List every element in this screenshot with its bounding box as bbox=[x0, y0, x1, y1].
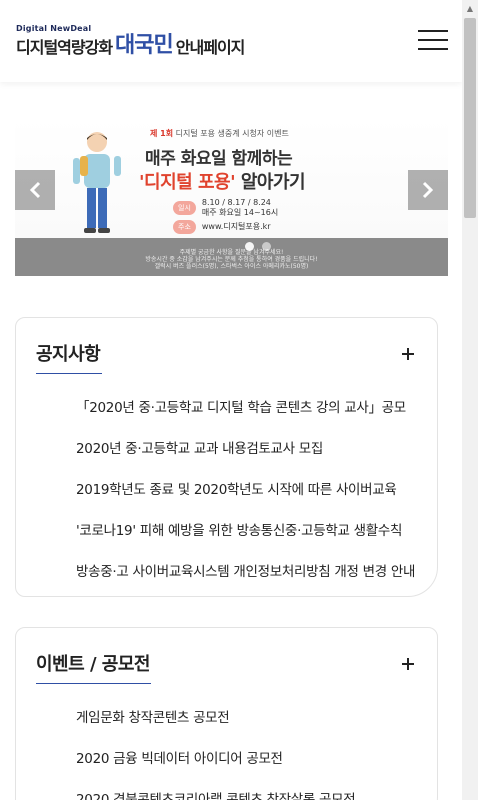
notices-card: 공지사항 「2020년 중·고등학교 디지털 학습 콘텐츠 강의 교사」공모 2… bbox=[15, 317, 438, 597]
slider-next-button[interactable] bbox=[408, 170, 448, 210]
banner-fine-print-line: 주제별 궁금한 사항을 질문을 남겨주세요! bbox=[179, 249, 284, 256]
logo-text-part2: 대국민 bbox=[115, 33, 174, 58]
banner-headline-line1: 매주 화요일 함께하는 bbox=[145, 149, 293, 169]
banner-event-text: 디지털 포용 생중계 시청자 이벤트 bbox=[175, 129, 289, 138]
banner-fine-print-line: 방송시간 중 소감을 남겨주시는 분께 추첨을 통하여 경품을 드립니다! bbox=[145, 256, 318, 263]
title-underline bbox=[36, 373, 102, 374]
person-illustration bbox=[73, 132, 121, 233]
notice-item[interactable]: 「2020년 중·고등학교 디지털 학습 콘텐츠 강의 교사」공모 bbox=[76, 396, 416, 437]
events-title: 이벤트 / 공모전 bbox=[36, 654, 150, 675]
hamburger-line bbox=[418, 48, 448, 50]
banner-fine-print-line: 갤럭시 버즈 플러스(5명), 스타벅스 아이스 아메리카노(50명) bbox=[154, 263, 309, 270]
title-underline bbox=[36, 683, 151, 684]
banner-time-value: 매주 화요일 14~16시 bbox=[201, 208, 279, 217]
hamburger-line bbox=[418, 39, 448, 41]
slider-dot[interactable] bbox=[262, 242, 271, 251]
event-item[interactable]: 2020 경북콘텐츠코리아랩 콘텐츠 창작살롱 공모전 bbox=[76, 788, 416, 800]
logo-tagline: Digital NewDeal bbox=[16, 24, 92, 33]
hamburger-line bbox=[418, 30, 448, 32]
banner-headline-highlight: '디지털 포용' bbox=[139, 172, 236, 193]
banner-fine-print: 주제별 궁금한 사항을 질문을 남겨주세요! 방송시간 중 소감을 남겨주시는 … bbox=[15, 249, 448, 270]
banner-date-row: 일시 8.10 / 8.17 / 8.24 매주 화요일 14~16시 bbox=[173, 198, 278, 218]
events-list: 게임문화 창작콘텐츠 공모전 2020 금융 빅데이터 아이디어 공모전 202… bbox=[76, 706, 416, 800]
notice-item[interactable]: '코로나19' 피해 예방을 위한 방송통신중·고등학교 생활수칙 bbox=[76, 519, 416, 560]
banner-date-tag: 일시 bbox=[173, 201, 196, 215]
logo-text-part3: 안내페이지 bbox=[175, 38, 246, 57]
notices-list: 「2020년 중·고등학교 디지털 학습 콘텐츠 강의 교사」공모 2020년 … bbox=[76, 396, 416, 601]
logo-text-part1: 디지털역량강화 bbox=[16, 38, 113, 57]
notice-item[interactable]: 방송중·고 사이버교육시스템 개인정보처리방침 개정 변경 안내 bbox=[76, 560, 416, 601]
scroll-up-arrow-icon[interactable]: ▲ bbox=[462, 0, 478, 16]
notice-item[interactable]: 2020년 중·고등학교 교과 내용검토교사 모집 bbox=[76, 437, 416, 478]
notice-item[interactable]: 2019학년도 종료 및 2020학년도 시작에 따른 사이버교육 bbox=[76, 478, 416, 519]
site-logo[interactable]: Digital NewDeal 디지털역량강화 대국민 안내페이지 bbox=[16, 24, 246, 58]
event-item[interactable]: 게임문화 창작콘텐츠 공모전 bbox=[76, 706, 416, 747]
banner-dates: 8.10 / 8.17 / 8.24 매주 화요일 14~16시 bbox=[202, 198, 278, 218]
banner-address-row: 주소 www.디지털포용.kr bbox=[173, 220, 271, 234]
slider-dot-active[interactable] bbox=[245, 242, 254, 251]
banner-event-prefix: 제 1회 bbox=[150, 129, 174, 138]
page-scrollbar[interactable]: ▲ bbox=[462, 0, 478, 800]
slider-pagination bbox=[245, 242, 271, 251]
chevron-left-icon bbox=[29, 181, 41, 199]
scrollbar-thumb[interactable] bbox=[464, 18, 476, 218]
banner-headline-line2: '디지털 포용' 알아가기 bbox=[139, 168, 306, 194]
event-item[interactable]: 2020 금융 빅데이터 아이디어 공모전 bbox=[76, 747, 416, 788]
notices-title: 공지사항 bbox=[36, 344, 101, 365]
events-card: 이벤트 / 공모전 게임문화 창작콘텐츠 공모전 2020 금융 빅데이터 아이… bbox=[15, 627, 438, 800]
banner-dates-value: 8.10 / 8.17 / 8.24 bbox=[201, 198, 271, 207]
banner-address: www.디지털포용.kr bbox=[201, 222, 271, 231]
banner-headline-rest: 알아가기 bbox=[240, 172, 306, 193]
logo-wordmark: 디지털역량강화 대국민 안내페이지 bbox=[16, 33, 246, 58]
banner-event-line: 제 1회 디지털 포용 생중계 시청자 이벤트 bbox=[150, 128, 289, 139]
event-banner[interactable]: 제 1회 디지털 포용 생중계 시청자 이벤트 매주 화요일 함께하는 '디지털… bbox=[15, 118, 448, 276]
hamburger-icon[interactable] bbox=[418, 28, 448, 52]
banner-address-tag: 주소 bbox=[173, 220, 196, 234]
events-more-plus-icon[interactable] bbox=[400, 656, 416, 672]
site-header: Digital NewDeal 디지털역량강화 대국민 안내페이지 bbox=[0, 0, 462, 82]
slider-prev-button[interactable] bbox=[15, 170, 55, 210]
chevron-right-icon bbox=[422, 181, 434, 199]
notices-more-plus-icon[interactable] bbox=[400, 346, 416, 362]
